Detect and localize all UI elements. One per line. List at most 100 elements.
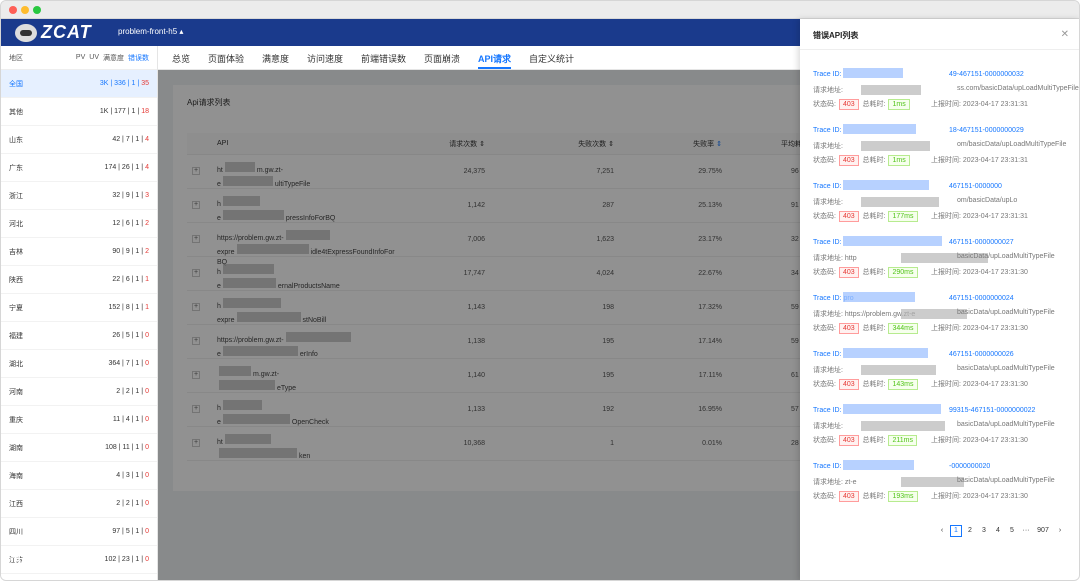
window-close-button[interactable] [9, 6, 17, 14]
duration-badge: 1ms [888, 155, 910, 166]
region-row[interactable]: 江西 2 | 2 | 1 | 0 [1, 490, 157, 518]
region-name: 福建 [9, 332, 23, 340]
region-errors: 35 [141, 80, 149, 87]
region-row[interactable]: 陕西 22 | 6 | 1 | 1 [1, 266, 157, 294]
tab-1[interactable]: 总览 [172, 52, 190, 65]
page-3[interactable]: 3 [978, 525, 990, 537]
region-row[interactable]: 浙江 32 | 9 | 1 | 3 [1, 182, 157, 210]
region-row[interactable]: 重庆 11 | 4 | 1 | 0 [1, 406, 157, 434]
window-minimize-button[interactable] [21, 6, 29, 14]
page-1[interactable]: 1 [950, 525, 962, 537]
region-stats: 42 | 7 | 1 | [112, 136, 144, 143]
error-entry[interactable]: Trace ID: 467151-0000000027 请求地址: http bas… [813, 236, 1073, 287]
page-last[interactable]: 907 [1034, 525, 1052, 537]
region-name: 湖北 [9, 360, 23, 368]
error-entry[interactable]: Trace ID: 467151-0000000026 请求地址: basicDa… [813, 348, 1073, 399]
drawer-mask[interactable] [158, 70, 800, 580]
url-line: 请求地址: zt-e basicData/upLoadMultiTypeFile [813, 477, 1073, 487]
region-name: 广东 [9, 164, 23, 172]
prev-page-icon[interactable]: ‹ [936, 525, 948, 537]
report-time: 上报时间: 2023-04-17 23:31:31 [931, 213, 1028, 220]
error-entry[interactable]: Trace ID: pro467151-0000000024 请求地址: http… [813, 292, 1073, 343]
status-label: 状态码: [813, 493, 836, 500]
app-logo[interactable]: ZCAT [15, 22, 92, 43]
region-row[interactable]: 湖北 364 | 7 | 1 | 0 [1, 350, 157, 378]
page-5[interactable]: 5 [1006, 525, 1018, 537]
region-row[interactable]: 海南 4 | 3 | 1 | 0 [1, 462, 157, 490]
region-row[interactable]: 福建 26 | 5 | 1 | 0 [1, 322, 157, 350]
region-name: 陕西 [9, 276, 23, 284]
url-label: 请求地址: [813, 255, 843, 262]
trace-id[interactable]: 467151-0000000026 [949, 351, 1014, 358]
tab-7[interactable]: API请求 [478, 52, 512, 69]
trace-id[interactable]: 467151-0000000027 [949, 239, 1014, 246]
trace-label: Trace ID: [813, 239, 842, 246]
region-name: 河北 [9, 220, 23, 228]
error-entry[interactable]: Trace ID: 49-467151-0000000032 请求地址: ss.c… [813, 68, 1079, 119]
trace-id[interactable]: -0000000020 [949, 463, 990, 470]
region-row[interactable]: 河南 2 | 2 | 1 | 0 [1, 378, 157, 406]
region-row[interactable]: 河北 12 | 6 | 1 | 2 [1, 210, 157, 238]
watermark-logo-icon: ℬ◎ [11, 554, 33, 569]
project-selector[interactable]: problem-front-h5 ▴ [118, 27, 183, 36]
tab-4[interactable]: 访问速度 [307, 52, 343, 65]
region-row[interactable]: 湖南 108 | 11 | 1 | 0 [1, 434, 157, 462]
request-url: basicData/upLoadMultiTypeFile [957, 421, 1055, 428]
region-stats: 3K | 336 | 1 | [99, 80, 140, 87]
trace-id[interactable]: 18-467151-0000000029 [949, 127, 1024, 134]
metric-uv[interactable]: UV [89, 54, 99, 61]
error-entry[interactable]: Trace ID: 99315-467151-0000000022 请求地址: b… [813, 404, 1073, 455]
region-errors: 0 [145, 556, 149, 563]
trace-line: Trace ID: -0000000020 [813, 460, 1073, 470]
report-time: 上报时间: 2023-04-17 23:31:30 [931, 493, 1028, 500]
page-4[interactable]: 4 [992, 525, 1004, 537]
region-list: 全国 3K | 336 | 1 | 35 其他 1K | 177 | 1 | 18 山东 42… [1, 70, 157, 574]
region-row[interactable]: 宁夏 152 | 8 | 1 | 1 [1, 294, 157, 322]
tab-8[interactable]: 自定义统计 [529, 52, 574, 65]
tab-6[interactable]: 页面崩溃 [424, 52, 460, 65]
url-label: 请求地址: [813, 87, 843, 94]
status-line: 状态码: 403 总耗时: 177ms 上报时间: 2023-04-17 23:31:… [813, 211, 1073, 222]
region-name: 其他 [9, 108, 23, 116]
error-entry[interactable]: Trace ID: 18-467151-0000000029 请求地址: om/b… [813, 124, 1073, 175]
window-titlebar [1, 1, 1079, 19]
duration-badge: 290ms [888, 267, 918, 278]
redacted-block [843, 348, 928, 358]
error-entry[interactable]: Trace ID: 467151-0000000 请求地址: om/basicDa… [813, 180, 1073, 231]
region-row[interactable]: 山东 42 | 7 | 1 | 4 [1, 126, 157, 154]
tab-5[interactable]: 前端错误数 [361, 52, 406, 65]
region-row[interactable]: 广东 174 | 26 | 1 | 4 [1, 154, 157, 182]
request-url: ss.com/basicData/upLoadMultiTypeFile [957, 85, 1079, 92]
region-name: 江西 [9, 500, 23, 508]
close-icon[interactable]: ✕ [1061, 29, 1069, 40]
tab-2[interactable]: 页面体验 [208, 52, 244, 65]
region-row[interactable]: 吉林 90 | 9 | 1 | 2 [1, 238, 157, 266]
trace-label: Trace ID: [813, 463, 842, 470]
drawer-divider [800, 49, 1079, 50]
error-entry[interactable]: Trace ID: -0000000020 请求地址: zt-e basicData… [813, 460, 1073, 511]
duration-label: 总耗时: [862, 157, 886, 164]
region-stats: 32 | 9 | 1 | [112, 192, 144, 199]
window-maximize-button[interactable] [33, 6, 41, 14]
trace-id[interactable]: 99315-467151-0000000022 [949, 407, 1035, 414]
redacted-block [901, 477, 964, 487]
metric-pv[interactable]: PV [76, 54, 85, 61]
url-label: 请求地址: [813, 423, 843, 430]
metric-errors[interactable]: 错误数 [128, 53, 149, 63]
metric-satisfaction[interactable]: 满意度 [103, 53, 124, 63]
region-row[interactable]: 四川 97 | 5 | 1 | 0 [1, 518, 157, 546]
trace-id[interactable]: 467151-0000000 [949, 183, 1002, 190]
status-line: 状态码: 403 总耗时: 143ms 上报时间: 2023-04-17 23:31:… [813, 379, 1073, 390]
url-label: 请求地址: [813, 143, 843, 150]
page-2[interactable]: 2 [964, 525, 976, 537]
next-page-icon[interactable]: › [1054, 525, 1066, 537]
region-row[interactable]: 其他 1K | 177 | 1 | 18 [1, 98, 157, 126]
trace-id[interactable]: 467151-0000000024 [949, 295, 1014, 302]
trace-id[interactable]: 49-467151-0000000032 [949, 71, 1024, 78]
page-ellipsis[interactable]: ··· [1020, 525, 1032, 537]
tab-3[interactable]: 满意度 [262, 52, 289, 65]
region-errors: 1 [145, 276, 149, 283]
request-url: om/basicData/upLo [957, 197, 1018, 204]
region-errors: 0 [145, 416, 149, 423]
region-row[interactable]: 全国 3K | 336 | 1 | 35 [1, 70, 157, 98]
